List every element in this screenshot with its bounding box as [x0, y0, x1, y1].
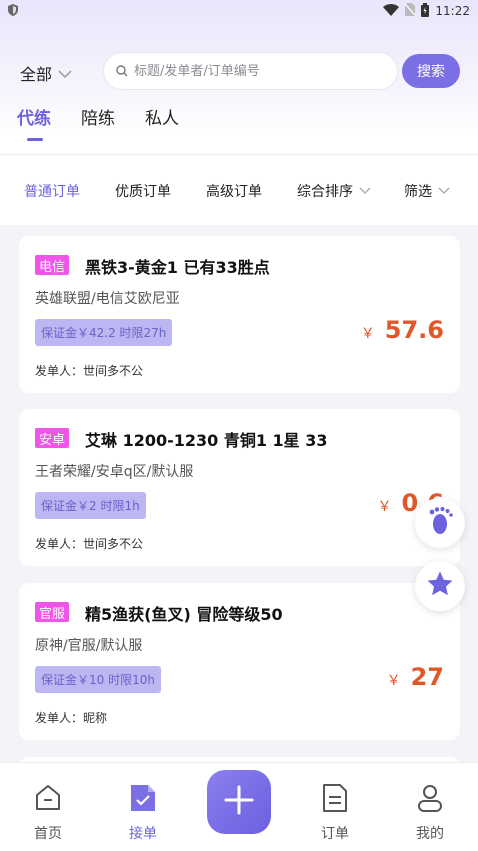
nav-home[interactable]: 首页	[18, 783, 78, 843]
order-title: 黑铁3-黄金1 已有33胜点	[85, 258, 270, 277]
profile-icon	[415, 783, 445, 817]
chevron-down-icon	[438, 183, 450, 199]
nav-label: 接单	[129, 826, 157, 842]
filter-label: 筛选	[404, 184, 432, 200]
filter-dropdown[interactable]: 筛选	[404, 181, 450, 201]
sort-dropdown[interactable]: 综合排序	[297, 181, 371, 201]
order-game-info: 王者荣耀/安卓q区/默认服	[35, 464, 194, 480]
server-tag: 安卓	[35, 428, 70, 448]
order-title: 艾琳 1200-1230 青铜1 1星 33	[85, 431, 328, 450]
order-title: 精5渔获(鱼叉) 冒险等级50	[85, 605, 283, 624]
order-game-info: 原神/官服/默认服	[35, 638, 143, 654]
nav-label: 首页	[34, 826, 62, 842]
currency-symbol: ￥	[386, 673, 401, 689]
shield-status-icon	[8, 3, 18, 19]
order-publisher: 发单人：世间多不公	[35, 364, 144, 378]
nav-label: 我的	[416, 826, 444, 842]
order-publisher: 发单人：昵称	[35, 711, 108, 725]
battery-icon	[421, 2, 430, 20]
tab-private[interactable]: 私人	[145, 104, 179, 129]
order-publisher: 发单人：世间多不公	[35, 537, 144, 551]
filter-label: 优质订单	[115, 184, 171, 200]
order-card[interactable]: 官服 精5渔获(鱼叉) 冒险等级50 原神/官服/默认服 保证金￥10 时限10…	[19, 583, 460, 740]
nav-orders[interactable]: 订单	[305, 783, 365, 843]
status-bar: 11:22	[0, 0, 478, 22]
price-amount: 27	[410, 663, 444, 691]
filter-label: 高级订单	[206, 184, 262, 200]
star-icon	[425, 569, 455, 603]
main-tabs: 代练 陪练 私人	[17, 104, 179, 141]
scope-label: 全部	[20, 65, 53, 84]
filter-bar: 普通订单 优质订单 高级订单 综合排序 筛选	[0, 155, 478, 223]
filter-label: 综合排序	[297, 184, 353, 200]
order-card[interactable]: 电信 黑铁3-黄金1 已有33胜点 英雄联盟/电信艾欧尼亚 保证金￥42.2 时…	[19, 236, 460, 393]
currency-symbol: ￥	[377, 499, 392, 515]
nav-label: 订单	[321, 826, 349, 842]
order-list-icon	[321, 783, 349, 817]
bottom-nav: 首页 接单 订单 我的	[0, 762, 478, 851]
deposit-badge: 保证金￥42.2 时限27h	[35, 319, 173, 346]
order-price: ￥ 27	[387, 663, 444, 691]
server-tag: 电信	[35, 255, 70, 275]
order-take-icon	[129, 783, 157, 817]
scope-dropdown[interactable]: 全部	[20, 61, 72, 85]
filter-quality-orders[interactable]: 优质订单	[115, 181, 171, 201]
deposit-badge: 保证金￥2 时限1h	[35, 492, 146, 519]
deposit-badge: 保证金￥10 时限10h	[35, 666, 161, 693]
search-input[interactable]	[134, 63, 374, 79]
no-sim-icon	[404, 3, 416, 19]
server-tag: 官服	[35, 602, 70, 622]
nav-profile[interactable]: 我的	[400, 783, 460, 843]
create-order-button[interactable]	[207, 770, 271, 834]
wifi-icon	[383, 3, 400, 19]
filter-normal-orders[interactable]: 普通订单	[24, 181, 80, 201]
tab-peilian[interactable]: 陪练	[81, 104, 115, 129]
price-amount: 57.6	[384, 316, 444, 344]
order-game-info: 英雄联盟/电信艾欧尼亚	[35, 291, 180, 307]
filter-label: 普通订单	[24, 184, 80, 200]
filter-advanced-orders[interactable]: 高级订单	[206, 181, 262, 201]
chevron-down-icon	[58, 64, 72, 83]
chevron-down-icon	[359, 183, 371, 199]
nav-take-order[interactable]: 接单	[113, 783, 173, 843]
search-button[interactable]: 搜索	[402, 54, 460, 88]
search-row: 全部 搜索	[0, 50, 478, 92]
status-time: 11:22	[435, 4, 470, 18]
search-icon	[116, 62, 128, 81]
tab-dailian[interactable]: 代练	[17, 104, 51, 141]
home-icon	[33, 783, 63, 817]
plus-icon	[224, 785, 254, 819]
search-box[interactable]	[103, 52, 398, 90]
footprint-icon	[427, 506, 453, 540]
order-price: ￥ 57.6	[361, 316, 444, 344]
order-card[interactable]: 安卓 艾琳 1200-1230 青铜1 1星 33 王者荣耀/安卓q区/默认服 …	[19, 409, 460, 566]
footprint-button[interactable]	[415, 498, 465, 548]
currency-symbol: ￥	[360, 326, 375, 342]
favorite-button[interactable]	[415, 561, 465, 611]
